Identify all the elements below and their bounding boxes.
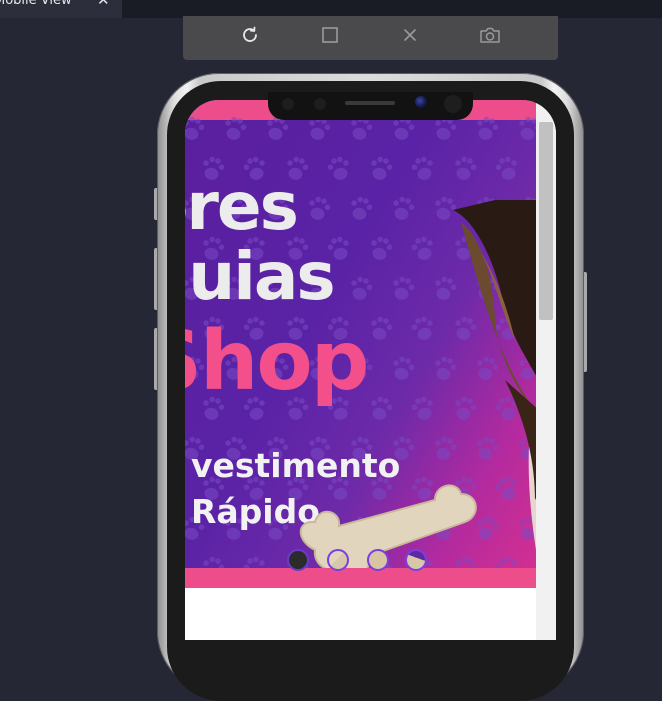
paw-print — [309, 196, 331, 220]
rotate-device-button[interactable] — [318, 23, 342, 47]
front-camera — [415, 96, 427, 108]
carousel-dot-3[interactable] — [367, 549, 389, 571]
paw-print — [371, 396, 393, 420]
paw-print — [477, 116, 499, 140]
paw-print — [371, 316, 393, 340]
paw-print — [185, 116, 205, 140]
paw-print — [411, 236, 433, 260]
paw-print — [411, 156, 433, 180]
carousel-dot-1[interactable] — [287, 549, 309, 571]
banner-line-2: quias — [185, 238, 336, 315]
paw-print — [455, 156, 477, 180]
hero-banner: ores quias Shop vestimento Rápido — [185, 100, 536, 588]
paw-print — [327, 156, 349, 180]
sensor-dot — [444, 95, 462, 113]
banner-line-1: ores — [185, 168, 299, 245]
scroll-thumb[interactable] — [539, 122, 553, 320]
reload-icon — [243, 26, 257, 42]
paw-print — [519, 116, 536, 140]
banner-bottom-stripe — [185, 568, 536, 588]
paw-print — [351, 196, 373, 220]
reload-button[interactable] — [238, 23, 262, 47]
sensor-dot — [282, 98, 294, 110]
scrollbar[interactable] — [536, 100, 556, 640]
tab-label: Mobile View — [0, 0, 72, 8]
camera-icon — [480, 27, 500, 43]
screenshot-button[interactable] — [478, 23, 502, 47]
tab-close-icon[interactable]: ✕ — [97, 0, 110, 8]
carousel-dot-4[interactable] — [405, 549, 427, 571]
paw-print — [393, 356, 415, 380]
paw-print — [393, 276, 415, 300]
paw-print — [411, 396, 433, 420]
close-device-button[interactable] — [398, 23, 422, 47]
device-toolbar — [183, 16, 558, 60]
paw-print — [371, 156, 393, 180]
paw-print — [495, 156, 517, 180]
phone-notch — [268, 92, 473, 120]
paw-print — [411, 316, 433, 340]
speaker-grille — [345, 101, 395, 105]
paw-print — [371, 236, 393, 260]
paw-print — [225, 116, 247, 140]
phone-screen: ores quias Shop vestimento Rápido — [185, 100, 556, 640]
carousel-dot-2[interactable] — [327, 549, 349, 571]
sensor-dot — [314, 98, 326, 110]
paw-print — [351, 276, 373, 300]
paw-print — [393, 196, 415, 220]
tab-mobile-view[interactable]: Mobile View ✕ — [0, 0, 122, 18]
square-icon — [322, 27, 338, 43]
close-icon — [404, 29, 416, 41]
banner-line-3: Shop — [185, 314, 369, 409]
